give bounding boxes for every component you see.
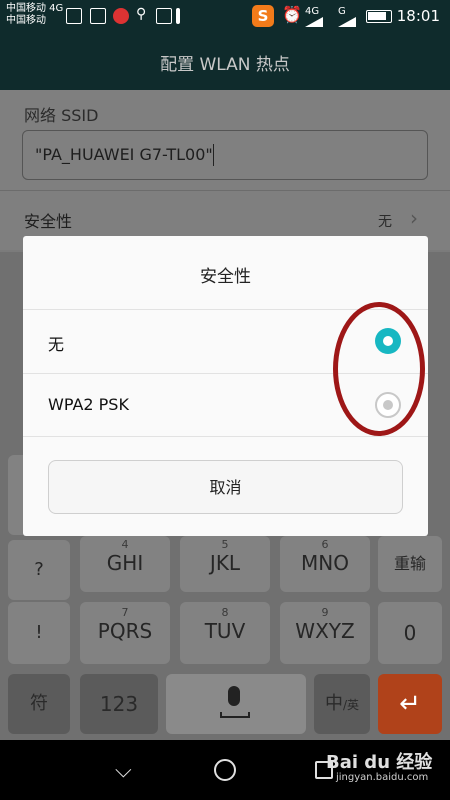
key-pqrs[interactable]: 7 PQRS (80, 602, 170, 664)
key-wxyz-digit: 9 (321, 606, 329, 619)
divider (0, 190, 450, 191)
notification-app-icon (66, 8, 82, 24)
security-label: 安全性 (24, 212, 73, 231)
sogou-icon: S (252, 5, 274, 27)
key-exclaim[interactable]: ! (8, 602, 70, 664)
key-question[interactable]: ? (8, 540, 70, 600)
language-key[interactable]: 中/英 (314, 674, 370, 734)
watermark-logo: Bai du 经验 (326, 752, 433, 773)
carrier-info: 中国移动 4G 中国移动 (6, 3, 63, 27)
voice-space-key[interactable] (166, 674, 306, 734)
key-jkl[interactable]: 5 JKL (180, 536, 270, 592)
key-mno-digit: 6 (321, 538, 329, 551)
weibo-icon (113, 8, 129, 24)
battery-icon (366, 10, 392, 23)
enter-icon: ↵ (399, 689, 421, 719)
net-4g: 4G (305, 6, 320, 17)
key-pqrs-letters: PQRS (97, 619, 153, 643)
search-icon: ⚲ (136, 6, 147, 22)
option-wpa2-label: WPA2 PSK (48, 395, 129, 414)
option-none-label: 无 (48, 335, 65, 354)
language-key-sub: /英 (342, 698, 360, 712)
page-title: 配置 WLAN 热点 (160, 55, 290, 75)
signal-icon (305, 17, 323, 27)
key-tuv[interactable]: 8 TUV (180, 602, 270, 664)
chevron-right-icon[interactable]: › (410, 206, 418, 230)
key-ghi-letters: GHI (106, 551, 144, 575)
dialog-title: 安全性 (200, 267, 251, 287)
home-icon[interactable] (214, 759, 236, 781)
net-g: G (338, 6, 346, 17)
annotation-circle (333, 302, 425, 436)
alarm-icon: ⏰ (282, 5, 302, 24)
redo-key[interactable]: 重输 (378, 536, 442, 592)
key-ghi-digit: 4 (121, 538, 129, 551)
ssid-value: "PA_HUAWEI G7-TL00" (35, 145, 213, 164)
key-mno[interactable]: 6 MNO (280, 536, 370, 592)
signal-icon-2 (338, 17, 356, 27)
security-value: 无 (378, 214, 392, 230)
watermark-url: jingyan.baidu.com (336, 772, 429, 783)
key-mno-letters: MNO (301, 551, 349, 575)
microphone-icon (228, 686, 240, 706)
ssid-label: 网络 SSID (24, 106, 99, 125)
key-wxyz-letters: WXYZ (295, 619, 355, 643)
key-jkl-digit: 5 (221, 538, 229, 551)
carrier-2: 中国移动 (6, 15, 46, 26)
key-jkl-letters: JKL (209, 551, 241, 575)
cancel-button[interactable]: 取消 (48, 460, 403, 514)
language-key-main: 中 (324, 693, 343, 714)
gallery-icon (90, 8, 106, 24)
text-cursor (213, 144, 214, 166)
symbol-key[interactable]: 符 (8, 674, 70, 734)
dot-icon (176, 8, 180, 24)
dialog-divider (23, 436, 428, 437)
key-tuv-letters: TUV (204, 619, 246, 643)
back-icon[interactable]: ⌵ (115, 758, 132, 783)
numeric-key[interactable]: 123 (80, 674, 158, 734)
key-tuv-digit: 8 (221, 606, 229, 619)
screen-icon (156, 8, 172, 24)
clock: 18:01 (396, 7, 440, 25)
enter-key[interactable]: ↵ (378, 674, 442, 734)
key-pqrs-digit: 7 (121, 606, 129, 619)
space-icon (220, 712, 250, 718)
carrier-1: 中国移动 4G (6, 3, 64, 14)
key-ghi[interactable]: 4 GHI (80, 536, 170, 592)
key-wxyz[interactable]: 9 WXYZ (280, 602, 370, 664)
key-zero[interactable]: 0 (378, 602, 442, 664)
